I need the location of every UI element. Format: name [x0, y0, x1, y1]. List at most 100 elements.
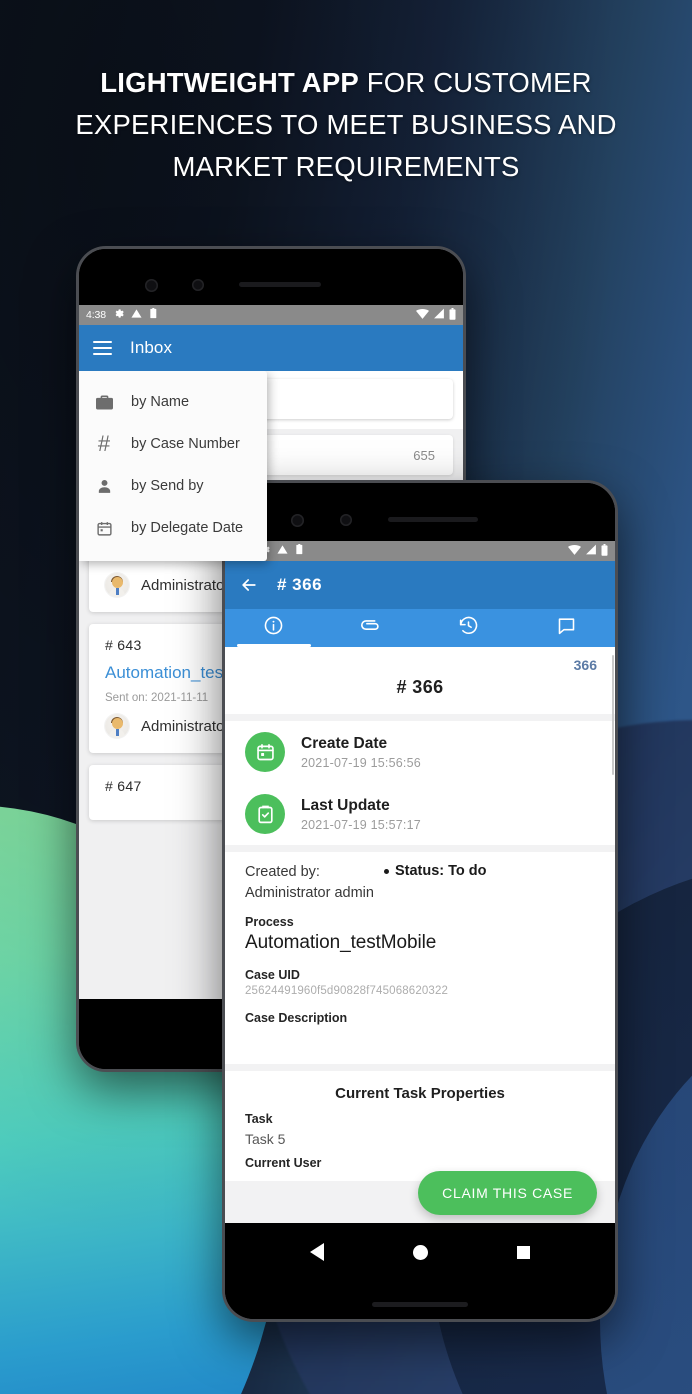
case-detail-scroll-area[interactable]: 366 # 366 Create Date 2021-07-19 15:56:5… [225, 647, 615, 1223]
field-value [245, 1028, 595, 1062]
info-icon [263, 615, 284, 641]
arrow-back-icon[interactable] [239, 575, 259, 595]
circle-home-icon[interactable] [412, 1244, 428, 1260]
phone-back-app-bar: Inbox [79, 325, 463, 371]
meta-row-create-date: Create Date 2021-07-19 15:56:56 [225, 721, 615, 783]
case-meta-card: Create Date 2021-07-19 15:56:56 Last Upd… [225, 721, 615, 845]
sort-option-label: by Delegate Date [131, 520, 244, 536]
battery-icon [449, 307, 456, 323]
phone-front-screen: 366 # 366 Create Date 2021-07-19 15:56:5… [225, 647, 615, 1223]
created-by-block: Created by: Administrator admin [245, 862, 374, 904]
warning-icon [131, 308, 142, 322]
android-nav-bar [225, 1223, 615, 1281]
front-camera-icon [145, 279, 158, 292]
phone-front-app-bar: # 366 [225, 561, 615, 609]
task-label: Task [245, 1112, 273, 1127]
gesture-pill [372, 1302, 468, 1307]
meta-text-group: Last Update 2021-07-19 15:57:17 [301, 796, 421, 833]
status-badge: Status: To do [383, 862, 487, 879]
square-recents-icon[interactable] [517, 1245, 531, 1259]
phone-front-bezel-bottom [225, 1223, 615, 1319]
field-case-description: Case Description [225, 1008, 615, 1064]
case-info-card: Created by: Administrator admin Status: … [225, 852, 615, 1065]
hamburger-icon[interactable] [93, 341, 112, 355]
field-label: Case UID [245, 968, 300, 983]
wifi-icon [416, 308, 429, 322]
case-count: 655 [413, 447, 435, 463]
triangle-back-icon[interactable] [309, 1243, 324, 1261]
meta-value: 2021-07-19 15:56:56 [301, 756, 421, 771]
field-value: 25624491960f5d90828f745068620322 [245, 985, 449, 998]
created-by-status-row: Created by: Administrator admin Status: … [225, 852, 615, 912]
case-header-card: 366 # 366 [225, 647, 615, 714]
status-right-group [416, 307, 456, 323]
briefcase-icon [93, 391, 115, 413]
sort-option-label: by Name [131, 394, 190, 410]
sort-option-by-name[interactable]: by Name [79, 381, 267, 423]
warning-icon [277, 544, 288, 558]
phone-back-bezel-top [79, 249, 463, 305]
wifi-icon [568, 544, 581, 558]
field-value: Automation_testMobile [245, 932, 437, 954]
status-time: 4:38 [86, 309, 107, 321]
sort-option-by-case-number[interactable]: # by Case Number [79, 423, 267, 465]
calendar-icon [93, 517, 115, 539]
status-dot-icon [383, 868, 389, 874]
signal-icon [433, 308, 445, 322]
earpiece-speaker [388, 517, 478, 522]
hash-icon: # [97, 431, 111, 456]
headline: LIGHTWEIGHT APP FOR CUSTOMER EXPERIENCES… [0, 62, 692, 188]
current-user-label: Current User [245, 1156, 322, 1171]
tab-info[interactable] [225, 609, 323, 647]
battery-icon [601, 543, 608, 559]
phone-back-status-bar: 4:38 [79, 305, 463, 325]
clipboard-check-icon [245, 794, 285, 834]
field-label: Case Description [245, 1011, 348, 1026]
avatar [105, 714, 129, 738]
front-camera-icon [291, 514, 304, 527]
tab-attachments[interactable] [323, 609, 421, 647]
case-title: # 366 [396, 677, 444, 697]
phone-front-status-bar: 4:39 [225, 541, 615, 561]
created-by-value: Administrator admin [245, 885, 374, 902]
paperclip-icon [360, 615, 382, 642]
earpiece-speaker [239, 282, 321, 287]
person-icon [93, 475, 115, 497]
clipboard-icon [295, 543, 305, 558]
case-detail-title: # 366 [277, 575, 323, 594]
meta-value: 2021-07-19 15:57:17 [301, 818, 421, 833]
meta-label: Create Date [301, 734, 388, 752]
sensor-icon [340, 514, 352, 526]
created-by-label: Created by: [245, 864, 320, 880]
case-detail-tab-bar [225, 609, 615, 647]
avatar [105, 573, 129, 597]
tab-history[interactable] [420, 609, 518, 647]
headline-bold: LIGHTWEIGHT APP [100, 67, 359, 98]
sort-option-by-send-by[interactable]: by Send by [79, 465, 267, 507]
meta-label: Last Update [301, 796, 390, 814]
scrollbar[interactable] [611, 655, 614, 775]
status-text: Status: To do [394, 863, 487, 879]
signal-icon [585, 544, 597, 558]
status-right-group [568, 543, 608, 559]
calendar-icon [245, 732, 285, 772]
sort-dropdown-menu[interactable]: by Name # by Case Number by Send by by D… [79, 371, 267, 561]
task-value: Task 5 [245, 1131, 286, 1148]
phone-front-bezel-top [225, 483, 615, 541]
inbox-title: Inbox [130, 338, 173, 357]
clipboard-icon [149, 307, 159, 322]
tab-comments[interactable] [518, 609, 616, 647]
sort-option-by-delegate-date[interactable]: by Delegate Date [79, 507, 267, 549]
field-label: Process [245, 915, 294, 930]
field-process: Process Automation_testMobile [225, 912, 615, 965]
phone-front-case-detail: 4:39 [222, 480, 618, 1322]
gear-icon [113, 308, 124, 322]
sort-option-label: by Send by [131, 478, 204, 494]
chat-icon [556, 615, 577, 641]
current-task-properties-card: Current Task Properties Task Task 5 Curr… [225, 1071, 615, 1182]
task-properties-title: Current Task Properties [335, 1085, 505, 1103]
claim-this-case-button[interactable]: CLAIM THIS CASE [418, 1171, 597, 1215]
sensor-icon [192, 279, 204, 291]
meta-text-group: Create Date 2021-07-19 15:56:56 [301, 734, 421, 771]
meta-row-last-update: Last Update 2021-07-19 15:57:17 [225, 783, 615, 845]
